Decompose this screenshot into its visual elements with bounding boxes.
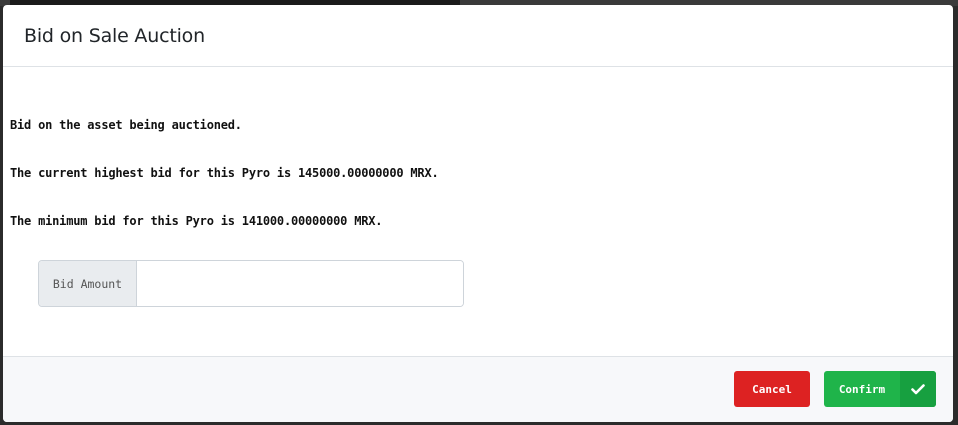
minimum-bid-text: The minimum bid for this Pyro is 141000.… — [10, 214, 383, 228]
modal-footer: Cancel Confirm — [3, 356, 953, 422]
bid-amount-label: Bid Amount — [39, 261, 137, 306]
confirm-button-label: Confirm — [838, 382, 886, 396]
check-icon — [900, 371, 936, 407]
cancel-button-label: Cancel — [752, 382, 792, 396]
bid-auction-modal: Bid on Sale Auction Bid on the asset bei… — [3, 5, 953, 422]
confirm-button[interactable]: Confirm — [824, 371, 936, 407]
modal-title: Bid on Sale Auction — [24, 24, 205, 47]
highest-bid-text: The current highest bid for this Pyro is… — [10, 166, 439, 180]
intro-text: Bid on the asset being auctioned. — [10, 118, 242, 132]
bid-amount-input[interactable] — [137, 261, 463, 306]
modal-header: Bid on Sale Auction — [3, 5, 953, 67]
cancel-button[interactable]: Cancel — [734, 371, 810, 407]
modal-body: Bid on the asset being auctioned. The cu… — [3, 67, 953, 356]
bid-amount-group: Bid Amount — [38, 260, 464, 307]
